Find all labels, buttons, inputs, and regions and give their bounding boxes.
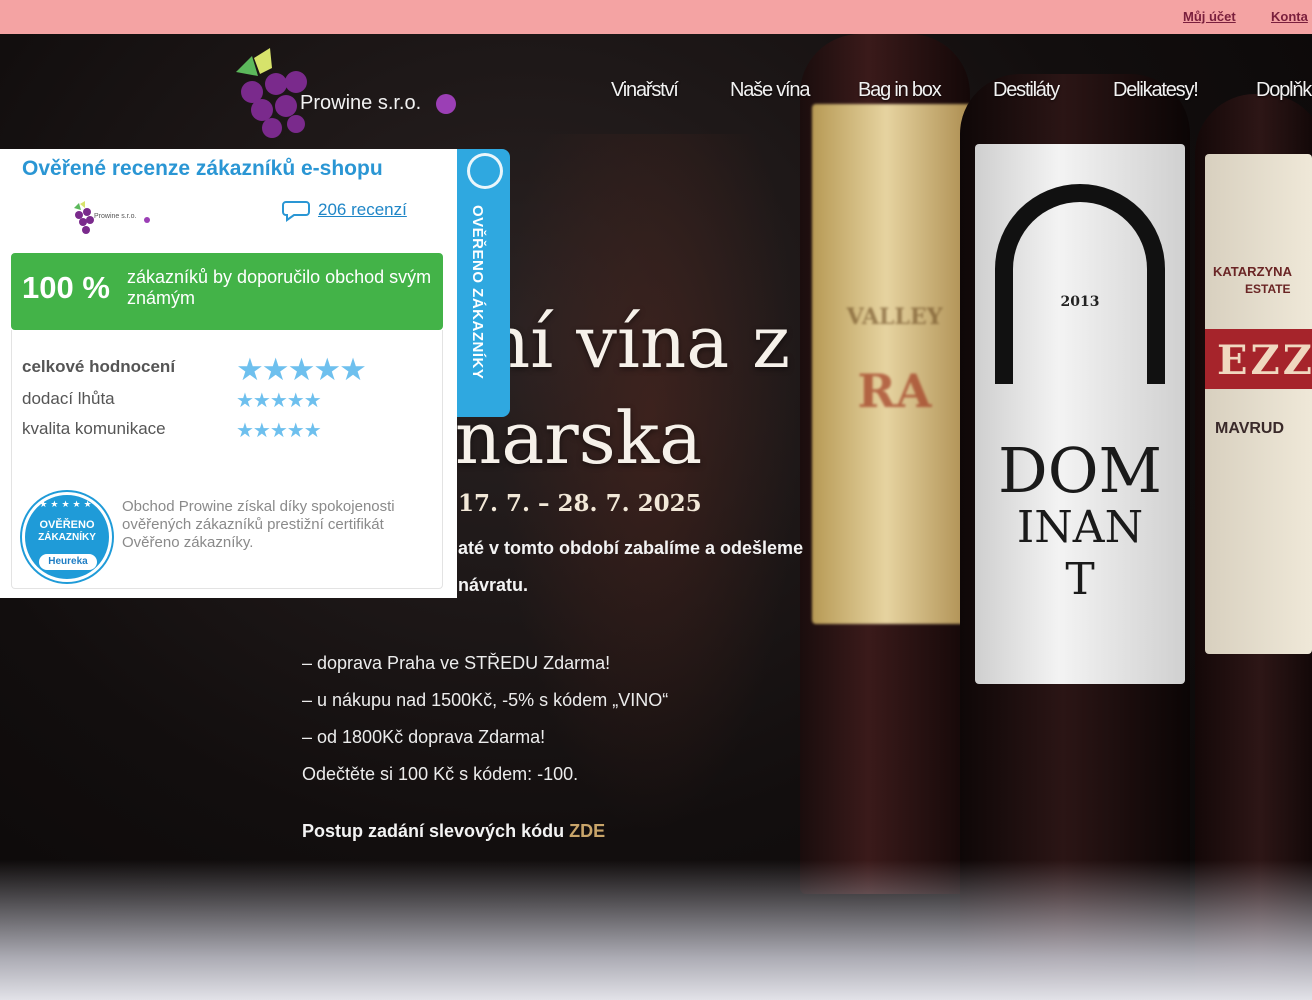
badge-line1: OVĚŘENO	[39, 519, 95, 531]
rating-label-delivery: dodací lhůta	[22, 389, 115, 408]
reviews-count-link[interactable]: 206 recenzí	[318, 200, 407, 220]
certificate-text: Obchod Prowine získal díky spokojenosti …	[122, 498, 395, 551]
bottle-label: 2013 DOM INAN T	[975, 144, 1185, 684]
promo-instructions: Postup zadání slevových kódu ZDE	[302, 821, 605, 842]
rating-stars-communication: ★★★★★	[236, 418, 322, 443]
hero-notice-line2: návratu.	[458, 575, 529, 595]
star-icon: ★★★★★	[236, 420, 322, 442]
rating-label-overall: celkové hodnocení	[22, 357, 176, 376]
rating-stars-delivery: ★★★★★	[236, 388, 322, 413]
nav-item-bag-in-box[interactable]: Bag in box	[858, 79, 942, 102]
nav-item-delikatesy[interactable]: Delikatesy!	[1113, 79, 1199, 102]
promo-instructions-text: Postup zadání slevových kódu	[302, 821, 570, 841]
heureka-certificate-badge[interactable]: ★★★★★ OVĚŘENO ZÁKAZNÍKY Heureka	[22, 492, 112, 582]
promo-instructions-link[interactable]: ZDE	[569, 821, 605, 841]
bottle-band: EZZ	[1205, 329, 1312, 389]
side-tab-label: OVĚŘENO ZÁKAZNÍKY	[469, 205, 486, 380]
tab-badge-icon	[467, 153, 503, 189]
widget-shop-logo-text: Prowine s.r.o.	[94, 213, 137, 220]
bottle-label: KATARZYNA ESTATE EZZ MAVRUD	[1205, 154, 1312, 654]
contact-link[interactable]: Konta	[1271, 9, 1308, 24]
bottle-label-text: INAN	[1016, 502, 1144, 553]
badge-line2: ZÁKAZNÍKY	[38, 532, 96, 543]
bottle-label-text: KATARZYNA	[1213, 264, 1292, 279]
bottle-label-text: MAVRUD	[1215, 420, 1285, 437]
bottle-label-text: DOM	[997, 434, 1163, 507]
bottle-label: RA VALLEY	[812, 104, 977, 624]
reviews-widget-title[interactable]: Ověřené recenze zákazníků e-shopu	[22, 157, 383, 181]
bottle-label-text: T	[1065, 554, 1095, 605]
bottle-label-text: RA	[857, 364, 932, 418]
rating-label-communication: kvalita komunikace	[22, 419, 166, 438]
recommend-text: zákazníků by doporučilo obchod svým znám…	[127, 267, 432, 308]
my-account-link[interactable]: Můj účet	[1183, 9, 1236, 24]
recommend-percent: 100 %	[22, 270, 110, 305]
nav-item-doplnky[interactable]: Doplňk	[1256, 79, 1312, 102]
grape-logo-icon	[74, 201, 150, 234]
table-surface	[0, 860, 1312, 1000]
promo-line: – doprava Praha ve STŘEDU Zdarma!	[302, 653, 611, 673]
hero-notice-line1: até v tomto období zabalíme a odešleme	[458, 538, 804, 558]
widget-shop-logo: Prowine s.r.o.	[72, 200, 152, 240]
main-nav: Vinařství Naše vína Bag in box Destiláty…	[0, 79, 1312, 103]
bottle-label-text: ESTATE	[1245, 282, 1291, 296]
bottle-year: 2013	[1060, 294, 1100, 310]
promo-line: – u nákupu nad 1500Kč, -5% s kódem „VINO…	[302, 690, 669, 710]
nav-item-nase-vina[interactable]: Naše vína	[730, 79, 810, 102]
badge-brand: Heureka	[39, 554, 97, 570]
bottle-arch-graphic	[995, 184, 1165, 384]
star-icon: ★★★★★	[236, 352, 367, 387]
bottle-label-text: EZZ	[1217, 337, 1312, 384]
bottle-label-text: VALLEY	[846, 304, 943, 330]
badge-stars-icon: ★★★★★	[39, 499, 95, 509]
promo-line: Odečtěte si 100 Kč s kódem: -100.	[302, 764, 579, 784]
star-icon: ★★★★★	[236, 390, 322, 412]
top-bar: Můj účet Konta	[0, 0, 1312, 34]
rating-stars-overall: ★★★★★	[236, 352, 367, 388]
nav-item-destilaty[interactable]: Destiláty	[993, 79, 1060, 102]
speech-bubble-icon	[282, 201, 310, 222]
hero-dates: 17. 7. – 28. 7. 2025	[458, 490, 702, 517]
promo-line: – od 1800Kč doprava Zdarma!	[302, 727, 546, 747]
nav-item-vinarstvi[interactable]: Vinařství	[611, 79, 679, 102]
